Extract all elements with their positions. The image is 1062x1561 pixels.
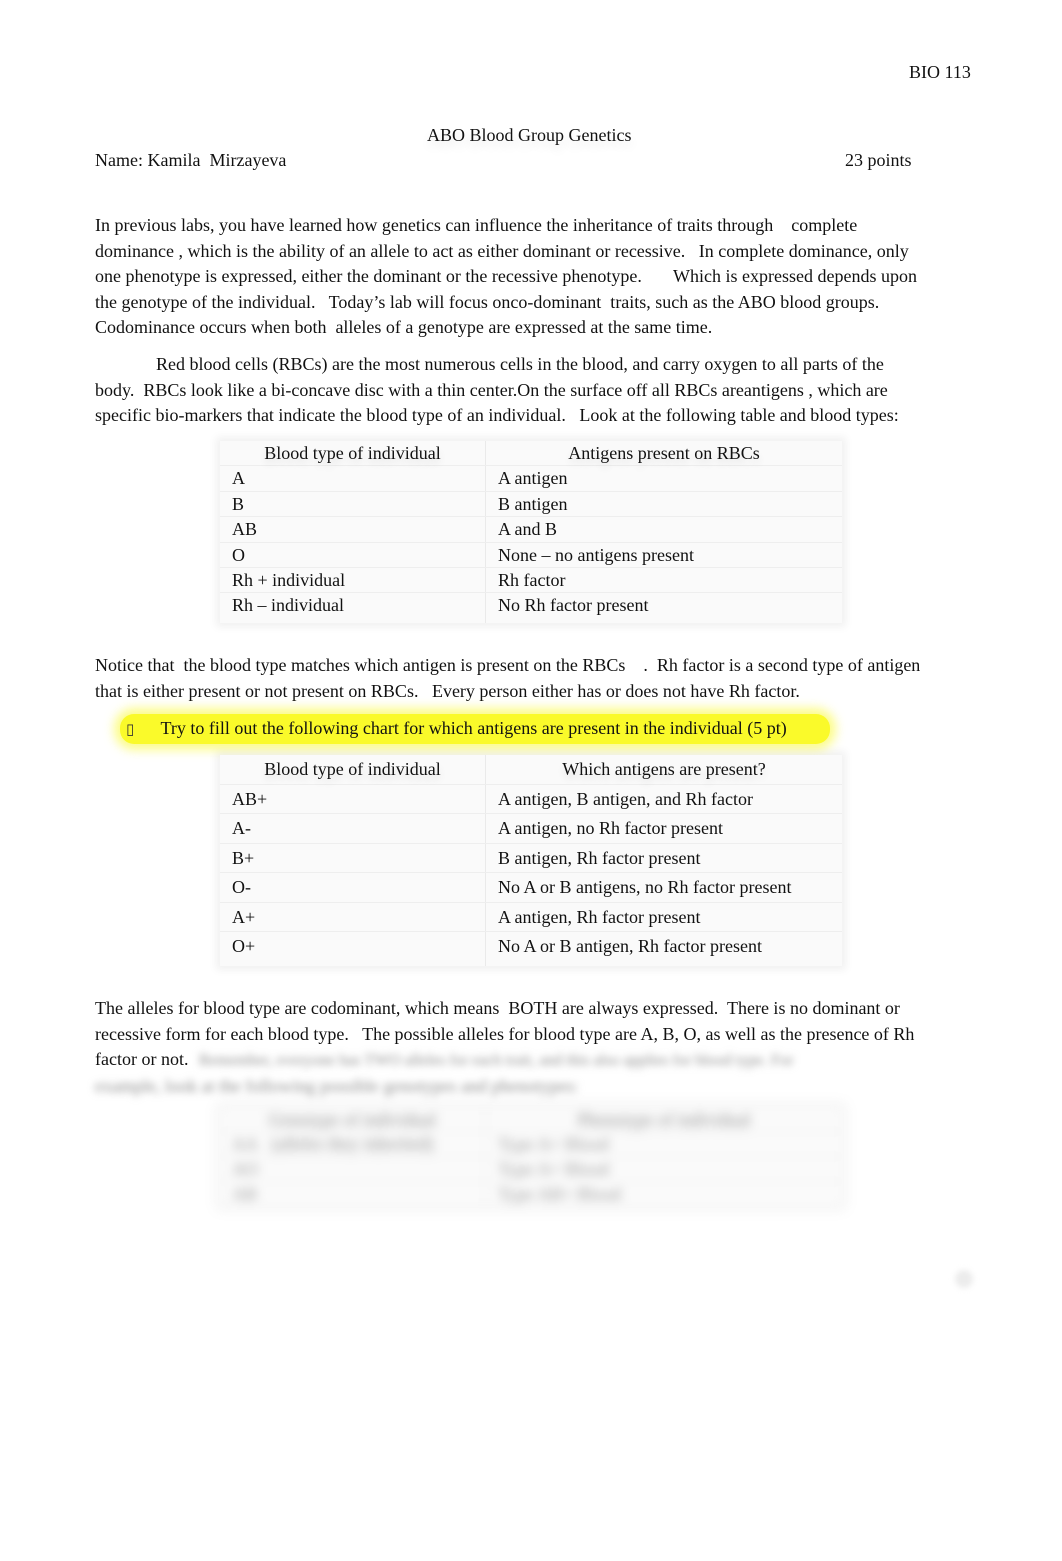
- paragraph-line: the genotype of the individual. Today’s …: [95, 291, 880, 312]
- column-header: Phenotype of individual: [577, 1109, 751, 1129]
- genotype-table-blurred: Genotype of individual (alleles they inh…: [220, 1107, 842, 1206]
- answer-cell[interactable]: A antigen, Rh factor present: [486, 903, 842, 932]
- column-header: Blood type of individual: [220, 755, 486, 784]
- antigen-cell: None – no antigens present: [498, 544, 694, 565]
- paragraph-line: dominance , which is the ability of an a…: [95, 240, 909, 261]
- course-code: BIO 113: [909, 62, 971, 82]
- paragraph-line: recessive form for each blood type. The …: [95, 1023, 915, 1044]
- table-header-row: Blood type of individual Which antigens …: [220, 755, 842, 785]
- antigen-cell: B antigen: [498, 493, 568, 514]
- paragraph-line: Notice that the blood type matches which…: [95, 655, 921, 675]
- answer-cell[interactable]: No A or B antigen, Rh factor present: [486, 932, 842, 966]
- blood-type-cell: AB+: [220, 784, 486, 813]
- genotype-cell: AO: [220, 1157, 486, 1181]
- paragraph-line: Red blood cells (RBCs) are the most nume…: [156, 354, 884, 374]
- paragraph-line: specific bio-markers that indicate the b…: [95, 405, 899, 425]
- table-header-row: Genotype of individual (alleles they inh…: [220, 1107, 842, 1153]
- table-row: O None – no antigens present: [220, 542, 842, 568]
- intro-paragraph: In previous labs, you have learned how g…: [95, 213, 975, 341]
- table-row: O+ No A or B antigen, Rh factor present: [220, 932, 842, 966]
- table-row: AB Type AB+ Blood: [220, 1182, 842, 1206]
- antigen-cell: No Rh factor present: [498, 595, 649, 616]
- bullet-icon: ▯: [126, 722, 135, 738]
- antigen-cell: A and B: [498, 519, 558, 540]
- column-header: Which antigens are present?: [562, 759, 766, 779]
- phenotype-cell: Type AB+ Blood: [498, 1184, 621, 1204]
- rbc-paragraph: Red blood cells (RBCs) are the most nume…: [95, 352, 975, 429]
- answer-cell[interactable]: A antigen, no Rh factor present: [486, 814, 842, 843]
- points-total: 23 points: [845, 150, 912, 170]
- table-row: A A antigen: [220, 466, 842, 492]
- table-row: B+ B antigen, Rh factor present: [220, 843, 842, 873]
- table-row: O- No A or B antigens, no Rh factor pres…: [220, 873, 842, 903]
- blood-type-cell: B: [220, 491, 486, 517]
- paragraph-line: body. RBCs look like a bi-concave disc w…: [95, 379, 888, 400]
- antigen-cell: A antigen: [498, 468, 568, 489]
- table-row: Rh + individual Rh factor: [220, 567, 842, 594]
- name-label: Name:: [95, 150, 143, 170]
- paragraph-line: The alleles for blood type are codominan…: [95, 998, 900, 1018]
- paragraph-line: one phenotype is expressed, either the d…: [95, 266, 917, 286]
- blood-type-cell: A-: [220, 814, 486, 843]
- blood-type-cell: A: [220, 466, 486, 491]
- column-header: Blood type of individual: [220, 441, 486, 466]
- table-row: AA Type A+ Blood: [220, 1132, 842, 1157]
- paragraph-line: that is either present or not present on…: [95, 680, 800, 701]
- table-header-row: Blood type of individual Antigens presen…: [220, 441, 842, 467]
- paragraph-line: In previous labs, you have learned how g…: [95, 215, 858, 235]
- phenotype-cell: Type A+ Blood: [498, 1134, 609, 1154]
- student-name-line: Name: Kamila Mirzayeva: [95, 150, 286, 171]
- blood-type-cell: A+: [220, 902, 486, 931]
- document-title: ABO Blood Group Genetics: [427, 125, 632, 145]
- blood-type-cell: B+: [220, 843, 486, 872]
- genotype-cell: AB: [220, 1182, 486, 1206]
- instruction-item: ▯ Try to fill out the following chart fo…: [126, 718, 787, 739]
- answer-cell[interactable]: A antigen, B antigen, and Rh factor: [486, 785, 842, 814]
- blood-type-cell: O+: [220, 932, 486, 966]
- paragraph-text: factor or not.: [95, 1049, 189, 1069]
- antigen-cell: Rh factor: [498, 569, 566, 590]
- table-row: B B antigen: [220, 491, 842, 518]
- answer-cell[interactable]: No A or B antigens, no Rh factor present: [486, 873, 842, 902]
- column-header: Genotype of individual (alleles they inh…: [220, 1107, 486, 1153]
- blurred-text: Remember, everyone has TWO alleles for e…: [198, 1052, 794, 1069]
- table-row: AO Type A+ Blood: [220, 1157, 842, 1182]
- blood-type-cell: Rh + individual: [220, 567, 486, 593]
- paragraph-line: factor or not. Remember, everyone has TW…: [95, 1047, 975, 1074]
- table-row: Rh – individual No Rh factor present: [220, 593, 842, 624]
- blood-type-cell: AB: [220, 517, 486, 542]
- fill-in-antigens-table: Blood type of individual Which antigens …: [220, 755, 842, 966]
- table-row: AB+ A antigen, B antigen, and Rh factor: [220, 784, 842, 814]
- table-row: A- A antigen, no Rh factor present: [220, 814, 842, 844]
- alleles-paragraph: The alleles for blood type are codominan…: [95, 996, 975, 1099]
- answer-cell[interactable]: B antigen, Rh factor present: [486, 844, 842, 873]
- antigens-table: Blood type of individual Antigens presen…: [220, 441, 842, 624]
- table-row: A+ A antigen, Rh factor present: [220, 902, 842, 932]
- page-number-blurred: [955, 1270, 973, 1288]
- column-header: Antigens present on RBCs: [568, 443, 760, 463]
- blood-type-cell: O: [220, 542, 486, 567]
- blood-type-cell: Rh – individual: [220, 593, 486, 624]
- blood-type-cell: O-: [220, 873, 486, 902]
- table-row: AB A and B: [220, 517, 842, 543]
- blurred-text: example, look at the following possible …: [95, 1075, 579, 1096]
- notice-paragraph: Notice that the blood type matches which…: [95, 653, 975, 704]
- paragraph-line: Codominance occurs when both alleles of …: [95, 317, 713, 337]
- name-value: Kamila Mirzayeva: [147, 150, 287, 170]
- genotype-cell: AA: [220, 1132, 486, 1156]
- instruction-text: Try to fill out the following chart for …: [160, 718, 787, 738]
- phenotype-cell: Type A+ Blood: [498, 1159, 609, 1179]
